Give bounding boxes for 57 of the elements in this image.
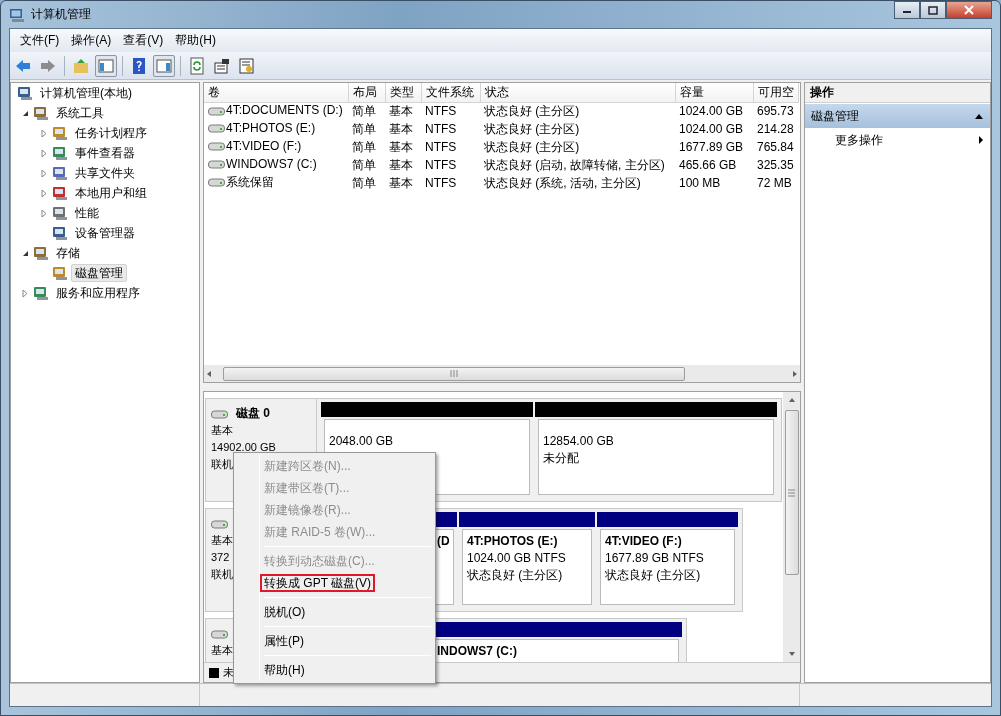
disk-info: 联机 xyxy=(211,457,233,472)
partition-info: 1024.00 GB NTFS xyxy=(467,550,567,567)
table-cell: NTFS xyxy=(425,157,457,172)
partition-info: 状态良好 (主分区) xyxy=(605,567,702,584)
disk-info: 372 xyxy=(211,550,230,565)
table-cell: 4T:PHOTOS (E:) xyxy=(226,121,316,136)
disk-info: 14902.00 GB xyxy=(211,440,276,455)
partition-info: 2048.00 GB xyxy=(329,433,395,450)
table-cell: 4T:VIDEO (F:) xyxy=(226,139,302,154)
partition-title: (D xyxy=(437,533,449,550)
disk-info: 联机 xyxy=(211,567,233,582)
window-title: 计算机管理 xyxy=(31,7,91,22)
table-cell: 基本 xyxy=(389,121,413,136)
table-cell: NTFS xyxy=(425,175,457,190)
legend-label: 未 xyxy=(223,665,234,680)
table-cell: 状态良好 (主分区) xyxy=(484,139,580,154)
table-cell: 状态良好 (主分区) xyxy=(484,104,580,119)
table-cell: NTFS xyxy=(425,139,457,154)
table-cell: 基本 xyxy=(389,139,413,154)
table-cell: 基本 xyxy=(389,157,413,172)
partition-title: INDOWS7 (C:) xyxy=(437,643,518,660)
table-cell: 325.35 xyxy=(757,157,794,172)
partition-info: 12854.00 GB xyxy=(543,433,615,450)
table-cell: 状态良好 (系统, 活动, 主分区) xyxy=(484,175,641,190)
table-cell: 1024.00 GB xyxy=(679,121,744,136)
table-cell: WINDOWS7 (C:) xyxy=(226,157,317,172)
table-cell: 1677.89 GB xyxy=(679,139,744,154)
partition-title: 4T:VIDEO (F:) xyxy=(605,533,683,550)
table-cell: NTFS xyxy=(425,121,457,136)
table-cell: 状态良好 (启动, 故障转储, 主分区) xyxy=(484,157,665,172)
table-cell: NTFS xyxy=(425,104,457,119)
table-cell: 1024.00 GB xyxy=(679,104,744,119)
table-cell: 基本 xyxy=(389,104,413,119)
table-cell: 简单 xyxy=(352,175,376,190)
table-cell: 695.73 xyxy=(757,104,794,119)
partition-info: 状态良好 (主分区) xyxy=(467,567,564,584)
table-cell: 基本 xyxy=(389,175,413,190)
actions-header: 操作 xyxy=(805,83,990,103)
partition-title: 4T:PHOTOS (E:) xyxy=(467,533,559,550)
disk-info: 基本 xyxy=(211,643,233,658)
partition-info: 未分配 xyxy=(543,450,580,467)
table-cell: 100 MB xyxy=(679,175,721,190)
table-cell: 72 MB xyxy=(757,175,792,190)
disk-info: 基本 xyxy=(211,533,233,548)
table-cell: 简单 xyxy=(352,104,376,119)
table-cell: 系统保留 xyxy=(226,175,274,190)
table-cell: 简单 xyxy=(352,121,376,136)
table-cell: 214.28 xyxy=(757,121,794,136)
partition-info: 1677.89 GB NTFS xyxy=(605,550,705,567)
disk-name: 磁盘 0 xyxy=(236,405,270,422)
table-cell: 465.66 GB xyxy=(679,157,737,172)
table-cell: 简单 xyxy=(352,139,376,154)
table-cell: 4T:DOCUMENTS (D:) xyxy=(226,103,343,118)
table-cell: 简单 xyxy=(352,157,376,172)
table-cell: 765.84 xyxy=(757,139,794,154)
table-cell: 状态良好 (主分区) xyxy=(484,121,580,136)
disk-info: 基本 xyxy=(211,423,233,438)
